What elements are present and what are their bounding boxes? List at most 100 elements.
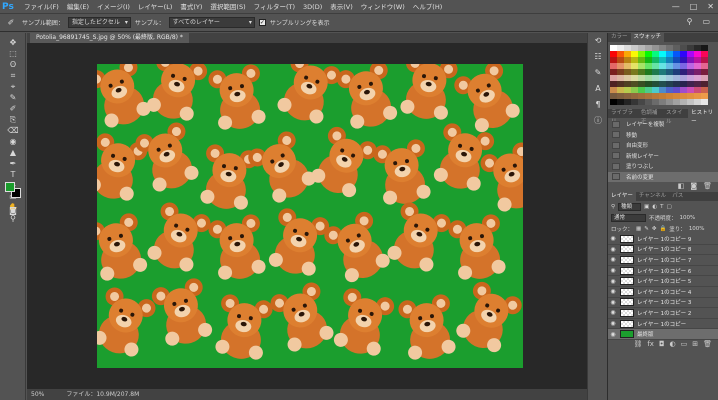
eyedropper-icon[interactable]: ✐: [4, 17, 18, 28]
crop-tool-icon[interactable]: ⌗: [2, 70, 24, 81]
color-swatch[interactable]: [694, 99, 701, 105]
link-layers-icon[interactable]: ⛓: [633, 340, 642, 350]
visibility-eye-icon[interactable]: ◉: [608, 267, 618, 274]
layer-row[interactable]: ◉ レイヤー 1のコピー 2: [608, 308, 718, 319]
character-strip-icon[interactable]: A: [588, 81, 608, 97]
layer-row[interactable]: ◉ レイヤー 1のコピー 5: [608, 276, 718, 287]
lock-brush-icon[interactable]: ✎: [644, 226, 649, 232]
tab-history[interactable]: ヒストリー: [688, 109, 718, 125]
color-swatch[interactable]: [652, 99, 659, 105]
visibility-eye-icon[interactable]: ◉: [608, 256, 618, 263]
dodge-tool-icon[interactable]: ◉: [2, 136, 24, 147]
color-swatch[interactable]: [680, 99, 687, 105]
delete-layer-icon[interactable]: 🗑: [703, 340, 712, 350]
color-swatch[interactable]: [701, 99, 708, 105]
color-swatch[interactable]: [631, 99, 638, 105]
lasso-tool-icon[interactable]: ʘ: [2, 59, 24, 70]
blend-mode-select[interactable]: 通常: [611, 213, 647, 222]
menu-edit[interactable]: 編集(E): [63, 0, 93, 14]
fill-value[interactable]: 100%: [689, 226, 705, 232]
menu-window[interactable]: ウィンドウ(W): [357, 0, 409, 14]
tab-layers[interactable]: レイヤー: [608, 192, 636, 201]
marquee-tool-icon[interactable]: ⬚: [2, 48, 24, 59]
layer-row[interactable]: ◉ レイヤー 1のコピー 4: [608, 287, 718, 298]
color-swatch[interactable]: [610, 99, 617, 105]
zoom-level[interactable]: 50%: [31, 389, 44, 400]
layer-filter-select[interactable]: 種類: [618, 202, 642, 211]
visibility-eye-icon[interactable]: ◉: [608, 331, 618, 338]
info-strip-icon[interactable]: ⓘ: [588, 113, 608, 129]
paragraph-strip-icon[interactable]: ¶: [588, 97, 608, 113]
properties-strip-icon[interactable]: ☷: [588, 49, 608, 65]
filter-shape-icon[interactable]: ▢: [666, 204, 671, 210]
color-swatch[interactable]: [687, 99, 694, 105]
sample-size-select[interactable]: 指定したピクセル: [67, 17, 131, 28]
visibility-eye-icon[interactable]: ◉: [608, 299, 618, 306]
document-tab[interactable]: Potolia_96891745_S.jpg @ 50% (最終版, RGB/8…: [30, 33, 189, 43]
layer-row[interactable]: ◉ レイヤー 1のコピー 6: [608, 266, 718, 277]
history-item-selected[interactable]: 名前の変更: [608, 171, 718, 182]
mask-icon[interactable]: ◘: [659, 340, 665, 350]
color-swatch[interactable]: [645, 99, 652, 105]
brush-strip-icon[interactable]: ✎: [588, 65, 608, 81]
menu-select[interactable]: 選択範囲(S): [206, 0, 249, 14]
tab-channels[interactable]: チャンネル: [636, 192, 669, 201]
visibility-eye-icon[interactable]: ◉: [608, 309, 618, 316]
eyedropper-tool-icon[interactable]: ⌖: [2, 81, 24, 92]
quick-mask-icon[interactable]: ◙: [2, 205, 24, 216]
visibility-eye-icon[interactable]: ◉: [608, 235, 618, 242]
filter-pixel-icon[interactable]: ▣: [644, 204, 649, 210]
blur-tool-icon[interactable]: ▲: [2, 147, 24, 158]
menu-3d[interactable]: 3D(D): [299, 0, 326, 14]
maximize-icon[interactable]: □: [690, 0, 698, 14]
lock-move-icon[interactable]: ✥: [652, 226, 657, 232]
fx-icon[interactable]: fx: [647, 340, 654, 350]
layer-row[interactable]: ◉ レイヤー 1のコピー 3: [608, 298, 718, 309]
close-icon[interactable]: ✕: [707, 0, 714, 14]
lock-pixels-icon[interactable]: ▦: [636, 226, 641, 232]
history-item[interactable]: 移動: [608, 130, 718, 141]
layer-row[interactable]: ◉ レイヤー 1のコピー 8: [608, 245, 718, 256]
color-swatch[interactable]: [638, 99, 645, 105]
history-item[interactable]: 塗りつぶし: [608, 161, 718, 172]
menu-file[interactable]: ファイル(F): [20, 0, 63, 14]
tab-color[interactable]: カラー: [608, 33, 631, 42]
history-item[interactable]: 新規レイヤー: [608, 151, 718, 162]
type-tool-icon[interactable]: T: [2, 169, 24, 180]
color-swatch[interactable]: [624, 99, 631, 105]
tab-adjustments[interactable]: 色調補正: [638, 109, 663, 125]
tab-libraries[interactable]: ライブラリ: [608, 109, 638, 125]
color-swatch[interactable]: [673, 99, 680, 105]
stamp-tool-icon[interactable]: ⎘: [2, 114, 24, 125]
trash-icon[interactable]: 🗑: [703, 182, 712, 192]
sample-select[interactable]: すべてのレイヤー: [168, 17, 255, 28]
history-item[interactable]: 自由変形: [608, 140, 718, 151]
tab-swatches[interactable]: スウォッチ: [630, 33, 665, 42]
search-icon[interactable]: ⚲: [687, 17, 693, 26]
layer-row-selected[interactable]: ◉ 最終版: [608, 329, 718, 340]
adjustment-layer-icon[interactable]: ◐: [670, 340, 676, 350]
tab-styles[interactable]: スタイル: [663, 109, 688, 125]
visibility-eye-icon[interactable]: ◉: [608, 246, 618, 253]
visibility-eye-icon[interactable]: ◉: [608, 320, 618, 327]
filter-adjust-icon[interactable]: ◐: [652, 204, 657, 210]
swatch-grid[interactable]: [610, 45, 716, 105]
tab-paths[interactable]: パス: [669, 192, 686, 201]
menu-type[interactable]: 書式(Y): [176, 0, 206, 14]
camera-icon[interactable]: ◙: [690, 182, 697, 192]
minimize-icon[interactable]: —: [672, 0, 680, 14]
filter-type-icon[interactable]: T: [660, 204, 663, 210]
canvas-image[interactable]: [97, 64, 523, 368]
eraser-tool-icon[interactable]: ⌫: [2, 125, 24, 136]
foreground-color-swatch[interactable]: [5, 182, 15, 192]
color-swatch[interactable]: [666, 99, 673, 105]
new-layer-icon[interactable]: ⊞: [692, 340, 698, 350]
healing-tool-icon[interactable]: ✎: [2, 92, 24, 103]
show-sampling-ring-checkbox[interactable]: ✓: [258, 19, 266, 26]
menu-filter[interactable]: フィルター(T): [250, 0, 299, 14]
layer-row[interactable]: ◉ レイヤー 1のコピー 9: [608, 234, 718, 245]
lock-all-icon[interactable]: 🔒: [659, 226, 666, 232]
pen-tool-icon[interactable]: ✒: [2, 158, 24, 169]
brush-tool-icon[interactable]: ✐: [2, 103, 24, 114]
visibility-eye-icon[interactable]: ◉: [608, 278, 618, 285]
